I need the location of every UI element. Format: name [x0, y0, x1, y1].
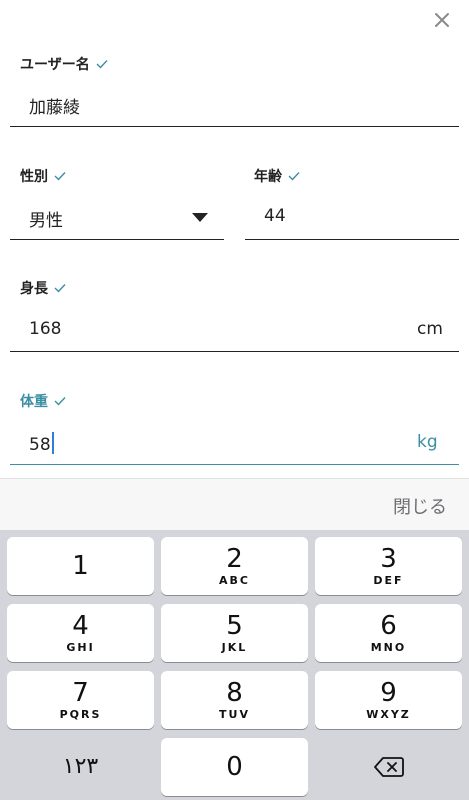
key-digit: 0 — [226, 752, 243, 782]
gender-value: 男性 — [29, 211, 63, 231]
key-digit: 2 — [226, 543, 243, 574]
key-8[interactable]: 8 TUV — [161, 671, 308, 729]
weight-value: 58 — [29, 435, 51, 455]
username-label-row: ユーザー名 — [20, 54, 108, 74]
checkmark-icon — [54, 283, 66, 293]
age-input[interactable]: 44 — [264, 206, 286, 226]
gender-select[interactable]: 男性 — [10, 196, 224, 240]
key-5[interactable]: 5 JKL — [161, 604, 308, 662]
key-digit: 7 — [72, 677, 89, 708]
close-keyboard-button[interactable]: 閉じる — [393, 493, 447, 519]
username-underline — [10, 126, 459, 127]
weight-input[interactable]: 58 — [29, 432, 54, 455]
key-2[interactable]: 2 ABC — [161, 537, 308, 595]
key-digit: 4 — [72, 610, 89, 641]
checkmark-icon — [54, 171, 66, 181]
backspace-icon — [373, 757, 404, 777]
close-icon — [435, 13, 449, 27]
weight-unit: kg — [417, 432, 438, 452]
key-letters: PQRS — [59, 707, 102, 721]
gender-label: 性別 — [20, 169, 48, 185]
key-1[interactable]: 1 — [7, 537, 154, 595]
weight-label: 体重 — [20, 394, 48, 410]
key-digit: 3 — [380, 543, 397, 574]
key-letters: DEF — [373, 573, 404, 587]
switch-label: ١٢٣ — [62, 754, 99, 779]
numeric-keypad: 1 2 ABC 3 DEF 4 GHI 5 JKL 6 MNO 7 PQRS 8… — [0, 530, 469, 800]
dropdown-arrow-icon — [192, 213, 208, 222]
height-label-row: 身長 — [20, 278, 66, 298]
height-label: 身長 — [20, 281, 48, 297]
number-layout-switch-key[interactable]: ١٢٣ — [7, 738, 154, 796]
key-digit: 8 — [226, 677, 243, 708]
key-7[interactable]: 7 PQRS — [7, 671, 154, 729]
backspace-key[interactable] — [315, 738, 462, 796]
key-digit: 6 — [380, 610, 397, 641]
key-letters: MNO — [370, 640, 407, 654]
keyboard-toolbar: 閉じる — [0, 478, 469, 530]
key-0[interactable]: 0 — [161, 738, 308, 796]
age-label-row: 年齢 — [254, 166, 300, 186]
key-9[interactable]: 9 WXYZ — [315, 671, 462, 729]
age-underline — [245, 239, 459, 240]
username-input[interactable]: 加藤綾 — [29, 93, 80, 118]
close-button[interactable] — [428, 6, 456, 34]
height-input[interactable]: 168 — [29, 319, 61, 339]
checkmark-icon — [96, 59, 108, 69]
age-label: 年齢 — [254, 169, 282, 185]
text-caret — [51, 432, 54, 454]
key-4[interactable]: 4 GHI — [7, 604, 154, 662]
key-digit: 1 — [72, 551, 89, 581]
key-3[interactable]: 3 DEF — [315, 537, 462, 595]
weight-underline — [10, 464, 459, 465]
key-letters: ABC — [219, 573, 250, 587]
checkmark-icon — [54, 396, 66, 406]
key-digit: 9 — [380, 677, 397, 708]
gender-label-row: 性別 — [20, 166, 66, 186]
weight-label-row: 体重 — [20, 391, 66, 411]
key-6[interactable]: 6 MNO — [315, 604, 462, 662]
key-digit: 5 — [226, 610, 243, 641]
username-label: ユーザー名 — [20, 57, 90, 73]
checkmark-icon — [288, 171, 300, 181]
gender-underline — [10, 239, 224, 240]
height-unit: cm — [417, 319, 443, 339]
key-letters: WXYZ — [366, 707, 411, 721]
height-underline — [10, 351, 459, 352]
key-letters: JKL — [221, 640, 248, 654]
key-letters: GHI — [66, 640, 95, 654]
key-letters: TUV — [219, 707, 250, 721]
